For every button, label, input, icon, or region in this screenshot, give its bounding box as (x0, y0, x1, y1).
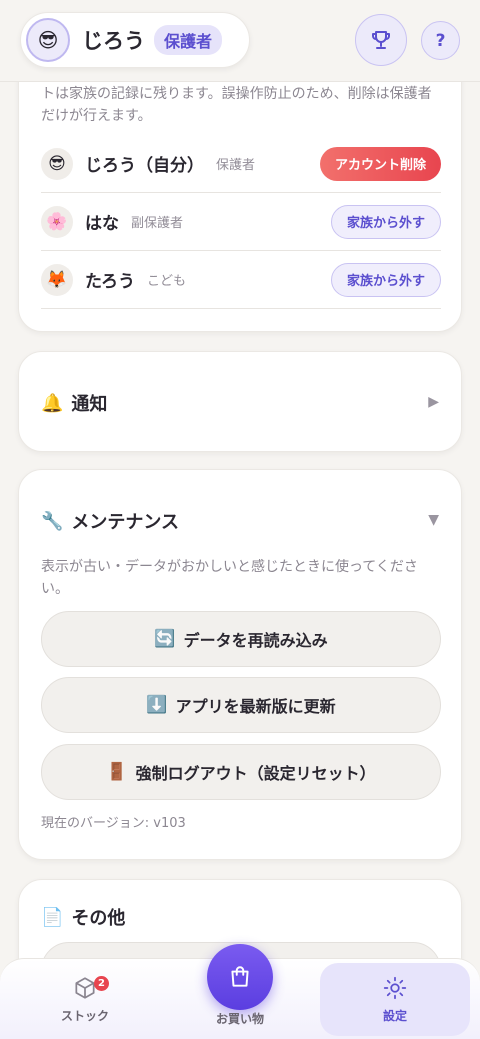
maintenance-title: メンテナンス (71, 512, 180, 533)
other-header[interactable]: 📄 その他 (41, 904, 125, 930)
member-avatar: 🦊 (41, 263, 73, 296)
reload-data-label: データを再読み込み (183, 631, 328, 650)
user-avatar: 😎 (26, 18, 70, 62)
remove-member-button[interactable]: 家族から外す (330, 262, 441, 297)
update-app-button[interactable]: ⬇️ アプリを最新版に更新 (41, 677, 441, 733)
member-row: 😎 じろう（自分） 保護者 アカウント削除 (41, 135, 441, 193)
other-title: その他 (71, 908, 126, 929)
settings-sun-icon (383, 976, 407, 1000)
document-icon: 📄 (41, 906, 64, 928)
collapse-down-icon[interactable]: ▼ (428, 512, 439, 528)
member-name: はな (85, 214, 119, 234)
force-logout-button[interactable]: 🚪 強制ログアウト（設定リセット） (41, 744, 441, 800)
maintenance-header[interactable]: 🔧 メンテナンス (41, 508, 179, 534)
notifications-card[interactable]: 🔔 通知 ▶ (18, 351, 462, 452)
maintenance-card: 🔧 メンテナンス ▼ 表示が古い・データがおかしいと感じたときに使ってください。… (18, 469, 462, 860)
door-icon: 🚪 (106, 762, 128, 782)
member-name: じろう（自分） (85, 156, 204, 176)
app-version: 現在のバージョン: v103 (41, 816, 186, 831)
settings-scroll-area[interactable]: トは家族の記録に残ります。誤操作防止のため、削除は保護者だけが行えます。 😎 じ… (0, 0, 480, 1039)
update-app-label: アプリを最新版に更新 (175, 697, 336, 716)
member-name: たろう (85, 272, 135, 292)
trophy-icon (372, 31, 390, 49)
delete-account-button[interactable]: アカウント削除 (319, 146, 441, 181)
nav-settings-label: 設定 (382, 1009, 407, 1023)
remove-member-button[interactable]: 家族から外す (330, 204, 441, 239)
user-name: じろう (82, 29, 145, 53)
user-profile-pill[interactable]: 😎 じろう 保護者 (20, 12, 250, 68)
member-role: こども (146, 274, 186, 289)
notifications-header[interactable]: 🔔 通知 (41, 390, 107, 416)
expand-right-icon[interactable]: ▶ (428, 394, 439, 410)
reload-icon: 🔄 (154, 629, 176, 649)
bell-icon: 🔔 (41, 392, 64, 414)
nav-stock[interactable]: ストック (30, 959, 140, 1039)
app-header: 😎 じろう 保護者 ? (0, 0, 480, 82)
member-row: 🌸 はな 副保護者 家族から外す (41, 193, 441, 251)
shopping-bag-icon (231, 966, 249, 987)
maintenance-description: 表示が古い・データがおかしいと感じたときに使ってください。 (41, 559, 418, 597)
trophy-button[interactable] (355, 14, 407, 66)
nav-shopping-label: お買い物 (215, 1012, 264, 1026)
member-row: 🦊 たろう こども 家族から外す (41, 251, 441, 309)
member-avatar: 🌸 (41, 205, 73, 238)
stock-badge: 2 (94, 976, 109, 991)
nav-stock-label: ストック (60, 1009, 109, 1023)
member-role: 副保護者 (131, 216, 184, 231)
download-icon: ⬇️ (146, 695, 168, 715)
reload-data-button[interactable]: 🔄 データを再読み込み (41, 611, 441, 667)
member-role: 保護者 (216, 158, 256, 173)
wrench-icon: 🔧 (41, 510, 64, 532)
family-notice: トは家族の記録に残ります。誤操作防止のため、削除は保護者だけが行えます。 (41, 86, 432, 124)
force-logout-label: 強制ログアウト（設定リセット） (135, 764, 376, 783)
question-icon: ? (435, 30, 446, 51)
notifications-title: 通知 (71, 394, 108, 415)
help-button[interactable]: ? (421, 21, 460, 60)
nav-settings[interactable]: 設定 (320, 963, 470, 1036)
member-avatar: 😎 (41, 147, 73, 180)
shopping-fab-button[interactable] (207, 944, 273, 1010)
user-role-badge: 保護者 (154, 25, 223, 55)
